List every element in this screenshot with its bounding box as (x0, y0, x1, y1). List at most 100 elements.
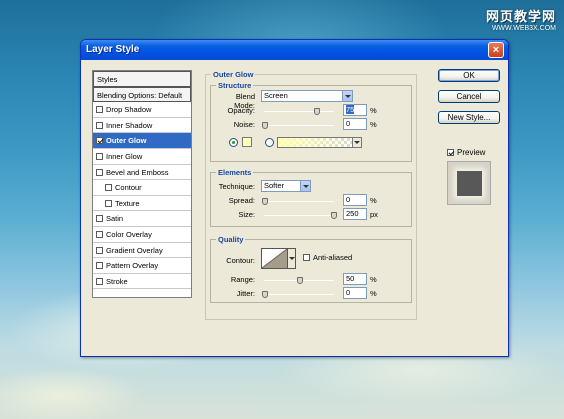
style-item-label: Inner Glow (106, 151, 143, 161)
jitter-slider-handle[interactable] (262, 291, 268, 298)
preview-checkbox[interactable]: Preview (447, 148, 485, 157)
technique-label: Technique: (218, 182, 255, 191)
style-item-pattern-overlay[interactable]: Pattern Overlay (93, 258, 191, 274)
style-item-label: Pattern Overlay (106, 261, 159, 271)
technique-value: Softer (264, 181, 285, 190)
range-label: Range: (230, 275, 255, 284)
opacity-value: 75 (346, 105, 355, 114)
size-slider-handle[interactable] (331, 212, 337, 219)
checkbox-icon[interactable] (96, 215, 103, 223)
chevron-down-icon (300, 181, 310, 191)
technique-select[interactable]: Softer (261, 180, 311, 192)
preview-thumbnail (447, 161, 491, 205)
checkbox-icon[interactable] (96, 246, 103, 254)
style-item-inner-shadow[interactable]: Inner Shadow (93, 118, 191, 134)
noise-slider-handle[interactable] (262, 122, 268, 129)
close-button[interactable]: × (488, 42, 504, 58)
blend-mode-value: Screen (264, 91, 288, 100)
opacity-label: Opacity: (227, 106, 255, 115)
ok-button[interactable]: OK (438, 69, 500, 82)
checkbox-icon[interactable] (96, 121, 103, 129)
style-item-label: Bevel and Emboss (106, 167, 169, 177)
glow-color-swatch[interactable] (242, 137, 252, 147)
structure-title: Structure (216, 81, 254, 90)
noise-label: Noise: (233, 120, 255, 129)
style-item-label: Contour (115, 183, 142, 193)
contour-curve-icon (261, 248, 288, 269)
opacity-slider-handle[interactable] (314, 108, 320, 115)
checkbox-icon (447, 149, 454, 156)
opacity-unit: % (370, 106, 377, 115)
style-item-gradient-overlay[interactable]: Gradient Overlay (93, 243, 191, 259)
glow-gradient-picker[interactable] (277, 137, 362, 148)
checkbox-icon[interactable] (96, 152, 103, 160)
style-item-color-overlay[interactable]: Color Overlay (93, 227, 191, 243)
spread-label: Spread: (228, 196, 255, 205)
checkbox-icon[interactable] (105, 184, 112, 192)
layer-style-dialog: Layer Style × Styles Blending Options: De… (80, 39, 509, 357)
jitter-unit: % (370, 289, 377, 298)
jitter-value: 0 (346, 288, 351, 297)
range-input[interactable]: 50 (343, 273, 367, 285)
noise-input[interactable]: 0 (343, 118, 367, 130)
opacity-slider-track[interactable] (264, 111, 334, 112)
new-style-button[interactable]: New Style... (438, 111, 500, 124)
style-item-bevel-and-emboss[interactable]: Bevel and Emboss (93, 165, 191, 181)
range-slider-handle[interactable] (297, 277, 303, 284)
anti-aliased-label: Anti-aliased (313, 253, 353, 262)
style-item-label: Texture (115, 198, 140, 208)
preview-label: Preview (457, 148, 486, 157)
preview-square (457, 171, 482, 196)
chevron-down-icon (352, 138, 361, 147)
watermark: 网页教学网 WWW.WEB3X.COM (486, 6, 556, 32)
style-item-label: Gradient Overlay (106, 245, 163, 255)
checkbox-icon[interactable] (96, 277, 103, 285)
style-item-label: Outer Glow (106, 136, 147, 146)
anti-aliased-checkbox[interactable]: Anti-aliased (303, 253, 352, 262)
checkbox-icon[interactable] (96, 106, 103, 114)
style-item-styles[interactable]: Styles (93, 71, 191, 87)
style-item-blending-options-default[interactable]: Blending Options: Default (93, 86, 191, 103)
style-item-satin[interactable]: Satin (93, 211, 191, 227)
checkbox-icon[interactable] (105, 199, 112, 207)
spread-input[interactable]: 0 (343, 194, 367, 206)
chevron-down-icon (342, 91, 352, 101)
style-item-stroke[interactable]: Stroke (93, 274, 191, 290)
structure-group: Structure Blend Mode: Screen Opacity: 75… (210, 81, 412, 162)
spread-slider-handle[interactable] (262, 198, 268, 205)
cancel-button[interactable]: Cancel (438, 90, 500, 103)
jitter-slider-track[interactable] (264, 294, 334, 295)
elements-title: Elements (216, 168, 254, 177)
style-item-label: Drop Shadow (106, 105, 152, 115)
style-item-texture[interactable]: Texture (93, 196, 191, 212)
style-item-inner-glow[interactable]: Inner Glow (93, 149, 191, 165)
checkbox-icon[interactable] (96, 230, 103, 238)
style-item-outer-glow[interactable]: Outer Glow (93, 133, 191, 149)
jitter-input[interactable]: 0 (343, 287, 367, 299)
noise-slider-track[interactable] (264, 125, 334, 126)
outer-glow-title: Outer Glow (211, 70, 256, 79)
size-input[interactable]: 250 (343, 208, 367, 220)
solid-color-radio[interactable] (229, 138, 238, 147)
styles-list: Styles Blending Options: Default Drop Shad… (92, 70, 192, 298)
watermark-url: WWW.WEB3X.COM (491, 25, 556, 32)
style-item-contour[interactable]: Contour (93, 180, 191, 196)
spread-slider-track[interactable] (264, 201, 334, 202)
spread-value: 0 (346, 195, 351, 204)
size-label: Size: (238, 210, 255, 219)
gradient-radio[interactable] (265, 138, 274, 147)
checkbox-icon[interactable] (96, 168, 103, 176)
checkbox-icon[interactable] (96, 262, 103, 270)
contour-picker[interactable] (261, 248, 296, 269)
blend-mode-select[interactable]: Screen (261, 90, 353, 102)
style-item-drop-shadow[interactable]: Drop Shadow (93, 102, 191, 118)
checkbox-icon[interactable] (96, 137, 103, 145)
quality-title: Quality (216, 235, 246, 244)
size-slider-track[interactable] (264, 215, 334, 216)
style-item-label: Blending Options: Default (97, 90, 183, 100)
watermark-title: 网页教学网 (485, 9, 556, 24)
elements-group: Elements Technique: Softer Spread: 0 % S… (210, 168, 412, 227)
spread-unit: % (370, 196, 377, 205)
opacity-input[interactable]: 75 (343, 104, 367, 116)
title-bar[interactable]: Layer Style × (81, 40, 508, 60)
